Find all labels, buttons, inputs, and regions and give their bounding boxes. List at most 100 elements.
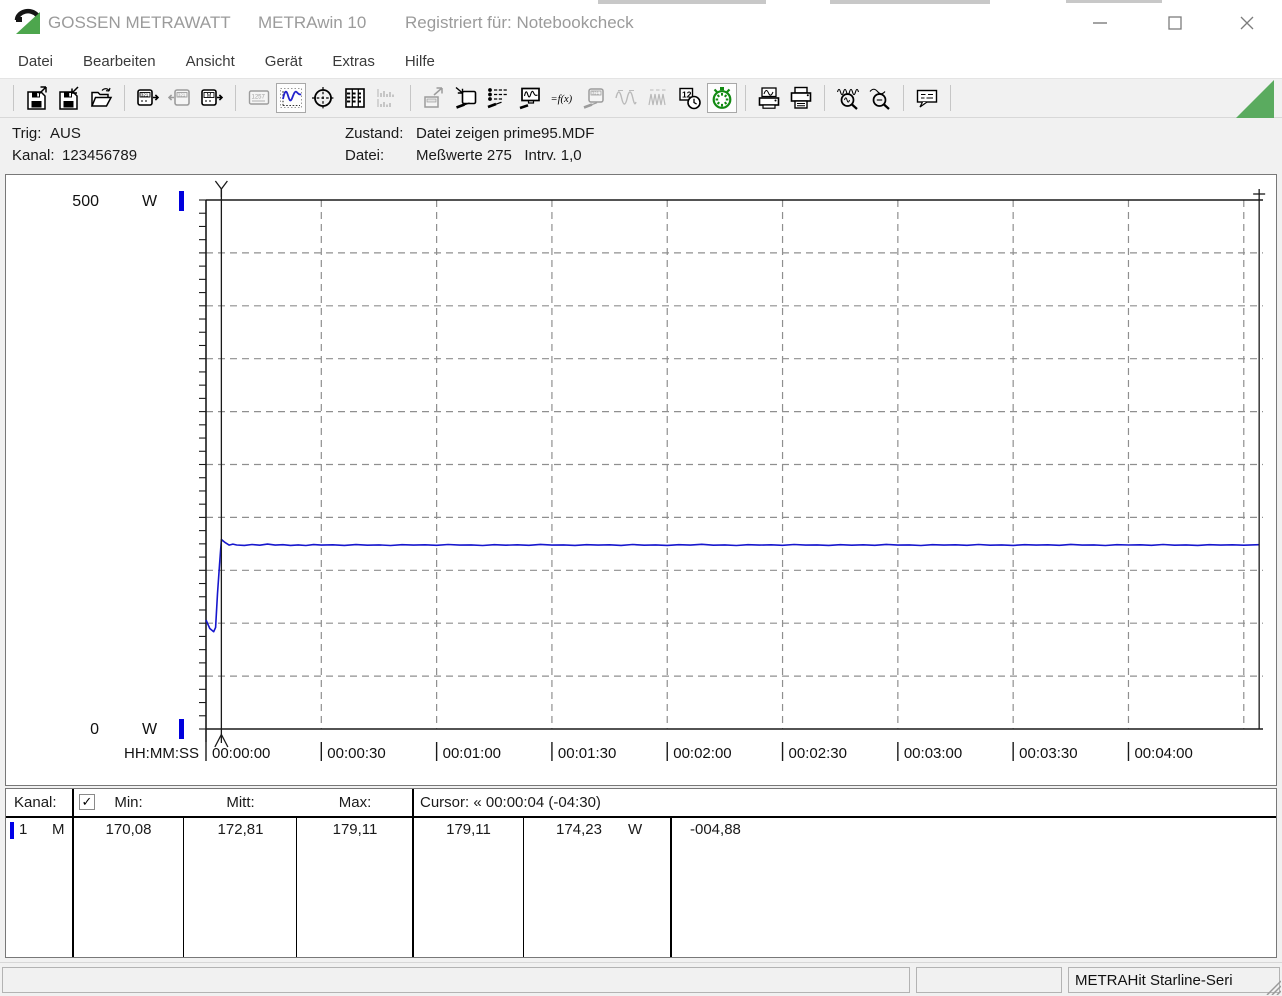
row-mode: M bbox=[52, 821, 65, 838]
x-tick-label: 00:01:00 bbox=[443, 745, 501, 762]
column-divider bbox=[72, 789, 74, 957]
status-bar: METRAHit Starline-Seri bbox=[0, 962, 1282, 996]
export-device-icon bbox=[419, 83, 449, 113]
x-tick-label: 00:02:30 bbox=[789, 745, 847, 762]
toolbar-separator bbox=[950, 85, 951, 111]
power-chart[interactable]: 500 W 0 W 00:00:00 00:00:30 00:01:00 00:01:30 00… bbox=[6, 175, 1276, 785]
monitor-settings-icon[interactable] bbox=[515, 83, 545, 113]
statusbar-panel bbox=[2, 967, 910, 993]
svg-text:321: 321 bbox=[178, 92, 186, 97]
close-icon[interactable] bbox=[1234, 12, 1260, 34]
state-value: Datei zeigen prime95.MDF bbox=[416, 125, 595, 142]
menu-bar: Datei Bearbeiten Ansicht Gerät Extras Hilfe bbox=[0, 44, 1282, 78]
column-divider bbox=[670, 818, 672, 957]
row-cursor1: 179,11 bbox=[446, 821, 491, 838]
channel-marker bbox=[179, 719, 184, 739]
svg-text:=f(x): =f(x) bbox=[551, 94, 573, 105]
device-memory-icon[interactable]: M bbox=[197, 83, 227, 113]
device-settings-icon[interactable] bbox=[483, 83, 513, 113]
row-unit: W bbox=[628, 821, 643, 838]
trigger-value: AUS bbox=[50, 125, 81, 142]
x-tick-label: 00:00:00 bbox=[212, 745, 270, 762]
cursor-view-icon[interactable] bbox=[308, 83, 338, 113]
row-max: 179,11 bbox=[332, 821, 378, 838]
chart-view-icon[interactable] bbox=[276, 83, 306, 113]
channel-color-marker bbox=[10, 822, 14, 839]
menu-item-gerät[interactable]: Gerät bbox=[260, 50, 308, 73]
toolbar: 321 321 M 1257 =f(x) 321 12 bbox=[0, 78, 1282, 118]
column-divider bbox=[183, 818, 184, 957]
x-tick-label: 00:04:00 bbox=[1134, 745, 1192, 762]
minimize-icon[interactable] bbox=[1087, 12, 1113, 34]
column-divider bbox=[412, 789, 414, 957]
mitt-header: Mitt: bbox=[226, 794, 255, 811]
chart-panel: 500 W 0 W 00:00:00 00:00:30 00:01:00 00:01:30 00… bbox=[5, 174, 1277, 786]
device-write-icon[interactable] bbox=[451, 83, 481, 113]
menu-item-bearbeiten[interactable]: Bearbeiten bbox=[78, 50, 161, 73]
channel-marker bbox=[179, 191, 184, 211]
row-mitt: 172,81 bbox=[217, 821, 264, 838]
pulse-output-icon bbox=[643, 83, 673, 113]
statusbar-panel bbox=[916, 967, 1062, 993]
file-value: Meßwerte 275 Intrv. 1,0 bbox=[416, 147, 582, 164]
clipped-background-text bbox=[1066, 0, 1162, 3]
x-tick-label: 00:02:00 bbox=[673, 745, 731, 762]
min-header: Min: bbox=[114, 794, 143, 811]
save-file-as-icon[interactable] bbox=[54, 83, 84, 113]
device-name: METRAHit Starline-Seri bbox=[1075, 972, 1233, 989]
toolbar-separator bbox=[235, 85, 236, 111]
zoom-out-waves-icon[interactable] bbox=[865, 83, 895, 113]
realtime-clock-icon[interactable] bbox=[707, 83, 737, 113]
state-label: Zustand: bbox=[345, 125, 404, 142]
brand-title: GOSSEN METRAWATT bbox=[48, 13, 231, 32]
menu-item-extras[interactable]: Extras bbox=[327, 50, 380, 73]
toolbar-separator bbox=[124, 85, 125, 111]
row-channel: 1 bbox=[19, 821, 28, 838]
cursor-top-marker bbox=[214, 180, 228, 197]
svg-text:321: 321 bbox=[141, 92, 149, 97]
app-title: METRAwin 10 bbox=[258, 13, 367, 32]
data-line bbox=[205, 538, 1260, 633]
toolbar-separator bbox=[824, 85, 825, 111]
notes-icon[interactable] bbox=[912, 83, 942, 113]
x-tick-label: 00:00:30 bbox=[327, 745, 385, 762]
print-icon[interactable] bbox=[786, 83, 816, 113]
device-read-icon[interactable]: 321 bbox=[133, 83, 163, 113]
column-divider bbox=[296, 818, 297, 957]
row-cursor2: 174,23 bbox=[556, 821, 602, 838]
kanal-header: Kanal: bbox=[14, 794, 57, 811]
menu-item-hilfe[interactable]: Hilfe bbox=[400, 50, 440, 73]
toolbar-separator bbox=[903, 85, 904, 111]
zoom-in-waves-icon[interactable] bbox=[833, 83, 863, 113]
svg-text:321: 321 bbox=[592, 91, 600, 96]
clipped-background-text bbox=[598, 0, 766, 4]
clipped-background-text bbox=[830, 0, 990, 4]
device-config-icon: 321 bbox=[579, 83, 609, 113]
formula-icon[interactable]: =f(x) bbox=[547, 83, 577, 113]
time-format-icon[interactable]: 12 bbox=[675, 83, 705, 113]
maximize-icon[interactable] bbox=[1162, 12, 1188, 34]
green-triangle-logo-icon bbox=[1236, 80, 1274, 118]
svg-text:M: M bbox=[207, 93, 212, 99]
multimeter-display-icon: 1257 bbox=[244, 83, 274, 113]
analog-output-icon bbox=[611, 83, 641, 113]
menu-item-datei[interactable]: Datei bbox=[13, 50, 58, 73]
row-delta: -004,88 bbox=[690, 821, 741, 838]
x-axis-label: HH:MM:SS bbox=[124, 745, 199, 762]
y-min-label: 0 bbox=[90, 721, 99, 738]
save-file-icon[interactable] bbox=[22, 83, 52, 113]
table-view-icon[interactable] bbox=[340, 83, 370, 113]
window-titlebar[interactable]: GOSSEN METRAWATT METRAwin 10 Registriert… bbox=[0, 0, 1282, 44]
x-tick-label: 00:03:00 bbox=[904, 745, 962, 762]
open-file-icon[interactable] bbox=[86, 83, 116, 113]
row-min: 170,08 bbox=[105, 821, 152, 838]
header-divider bbox=[6, 816, 1276, 818]
y-max-label: 500 bbox=[72, 193, 99, 210]
max-header: Max: bbox=[338, 794, 372, 811]
resize-grip[interactable] bbox=[1265, 979, 1281, 995]
acquisition-status-panel: Trig: AUS Kanal: 123456789 Zustand: Date… bbox=[0, 118, 1282, 172]
menu-item-ansicht[interactable]: Ansicht bbox=[181, 50, 240, 73]
print-preview-icon[interactable] bbox=[754, 83, 784, 113]
statusbar-device-panel: METRAHit Starline-Seri bbox=[1068, 967, 1280, 993]
trigger-label: Trig: bbox=[12, 125, 42, 142]
